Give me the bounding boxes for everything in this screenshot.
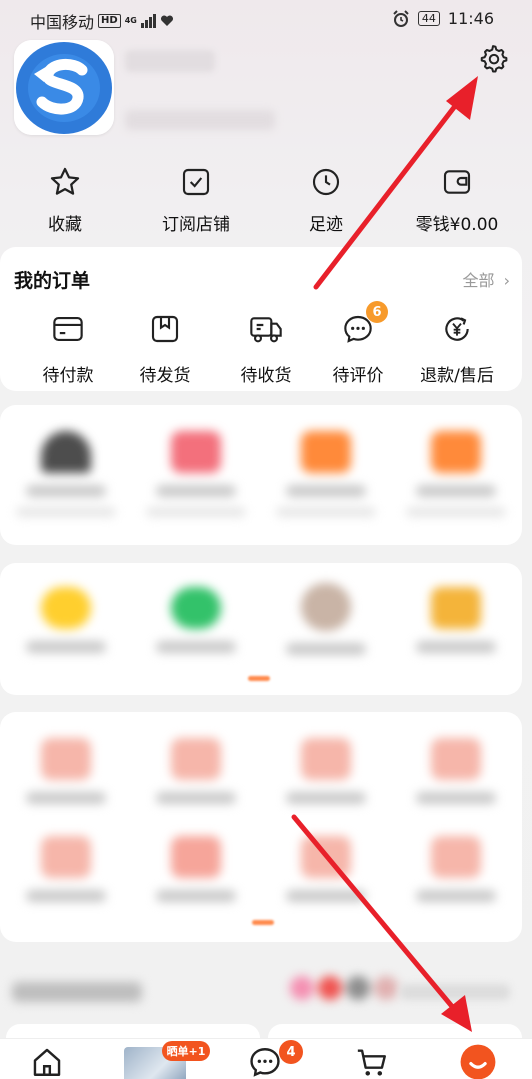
cart-icon [357, 1048, 386, 1076]
home-icon [33, 1048, 61, 1076]
order-label: 待评价 [332, 366, 384, 386]
nav-messages[interactable]: 4 [243, 1040, 303, 1079]
alarm-icon [393, 9, 409, 27]
quick-links: 收藏 订阅店铺 足迹 零钱¥0.00 [0, 162, 532, 242]
message-count-badge: 4 [279, 1040, 303, 1064]
avatar[interactable] [14, 40, 114, 135]
blurred-content [0, 405, 522, 545]
quick-subscribed-shops[interactable]: 订阅店铺 [141, 162, 251, 235]
heart-rate-icon [160, 15, 173, 26]
quick-label: 订阅店铺 [162, 215, 230, 235]
status-right: 44 11:46 [392, 9, 494, 28]
view-all-orders-link[interactable]: 全部 › [462, 267, 510, 291]
quick-label: 收藏 [48, 215, 82, 235]
chevron-right-icon: › [503, 271, 510, 290]
order-pending-review[interactable]: 6 待评价 [308, 301, 408, 386]
check-square-icon [182, 168, 210, 196]
services-card-1 [0, 405, 522, 545]
order-pending-payment[interactable]: 待付款 [18, 311, 118, 386]
quick-label: 足迹 [309, 215, 343, 235]
quick-label: 零钱¥0.00 [415, 215, 499, 235]
quick-footprints[interactable]: 足迹 [271, 162, 381, 235]
nav-home[interactable] [25, 1043, 69, 1079]
hd-icon: HD [98, 14, 121, 28]
bottom-nav: 晒单+1 4 [0, 1038, 532, 1079]
user-info-blurred [125, 110, 275, 130]
app-logo-icon [14, 40, 114, 135]
package-icon [151, 315, 179, 343]
battery-icon: 44 [417, 11, 440, 26]
star-icon [50, 167, 80, 195]
blurred-content [0, 712, 522, 942]
time-label: 11:46 [447, 9, 494, 28]
nav-my-profile[interactable] [456, 1043, 500, 1079]
order-pending-shipment[interactable]: 待发货 [115, 311, 215, 386]
card-icon [53, 317, 83, 341]
refund-icon [445, 317, 469, 341]
services-card-3 [0, 712, 522, 942]
network-label: 4G [124, 16, 137, 25]
share-badge: 晒单+1 [162, 1041, 210, 1061]
settings-button[interactable] [475, 40, 511, 76]
clock-icon [312, 168, 340, 196]
message-icon [250, 1047, 280, 1077]
signal-icon [140, 14, 156, 28]
order-pending-receipt[interactable]: 待收货 [216, 311, 316, 386]
page-indicator [252, 920, 274, 925]
wallet-icon [443, 170, 471, 194]
gear-icon [480, 45, 508, 73]
order-label: 待发货 [139, 366, 191, 386]
section-more-blurred [400, 984, 510, 1000]
status-bar: 中国移动 HD 4G 44 11:46 [0, 0, 532, 36]
quick-wallet[interactable]: 零钱¥0.00 [402, 162, 512, 235]
profile-smile-icon [460, 1044, 496, 1079]
order-label: 待付款 [42, 366, 94, 386]
section-avatars-blurred [290, 976, 400, 1006]
quick-favorites[interactable]: 收藏 [10, 162, 120, 235]
username-blurred [125, 50, 215, 72]
carrier-label: 中国移动 [30, 13, 95, 32]
services-card-2 [0, 563, 522, 695]
nav-share-orders[interactable]: 晒单+1 [122, 1041, 210, 1079]
section-title-blurred [12, 982, 142, 1002]
order-refund-aftersale[interactable]: 退款/售后 [407, 311, 507, 386]
orders-title: 我的订单 [14, 270, 91, 292]
status-left: 中国移动 HD 4G [30, 9, 174, 33]
page-indicator [248, 676, 270, 681]
view-all-label: 全部 [462, 271, 495, 290]
orders-card: 我的订单 全部 › 待付款 待发货 待收货 6 待评价 退款/售后 [0, 247, 522, 391]
review-count-badge: 6 [366, 301, 388, 323]
order-label: 待收货 [240, 366, 292, 386]
truck-icon [250, 317, 282, 343]
order-label: 退款/售后 [420, 366, 494, 386]
nav-cart[interactable] [350, 1043, 394, 1079]
